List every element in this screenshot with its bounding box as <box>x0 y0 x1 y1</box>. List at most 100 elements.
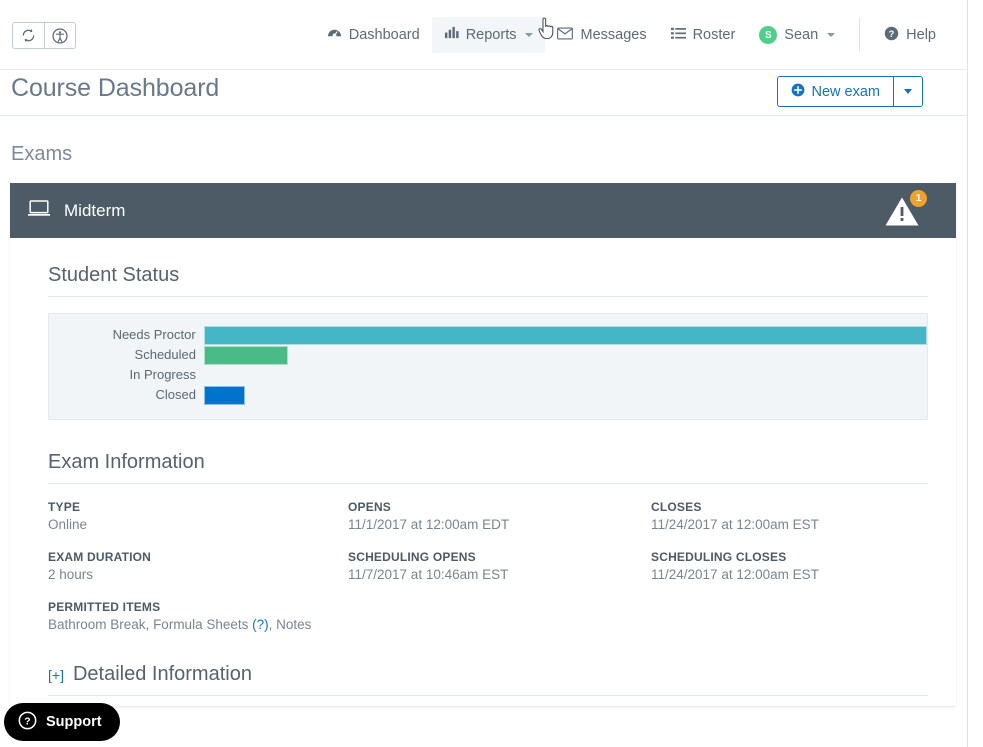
exam-card-header[interactable]: Midterm 1 <box>10 183 956 238</box>
student-status-chart: Needs Proctor Scheduled In Progress Clos… <box>48 313 928 420</box>
chart-bar-needs-proctor[interactable] <box>203 325 927 345</box>
nav-item-reports-label: Reports <box>465 27 517 43</box>
page-title: Course Dashboard <box>11 74 220 102</box>
info-field-type: TYPE Online <box>48 500 348 532</box>
info-field-scheduling-closes: SCHEDULING CLOSES 11/24/2017 at 12:00am … <box>651 550 928 582</box>
nav-item-reports[interactable]: Reports <box>431 17 546 53</box>
svg-text:?: ? <box>24 716 30 727</box>
nav-item-help[interactable]: ? Help <box>872 17 948 53</box>
info-key: OPENS <box>348 500 392 514</box>
exam-information-title: Exam Information <box>48 451 205 473</box>
exams-section-label: Exams <box>11 143 73 165</box>
toolbar-button-group <box>12 22 76 49</box>
new-exam-button[interactable]: New exam <box>776 76 893 107</box>
info-field-closes: CLOSES 11/24/2017 at 12:00am EST <box>651 500 928 532</box>
info-field-permitted-items: PERMITTED ITEMS Bathroom Break, Formula … <box>48 600 928 632</box>
chart-bar-closed[interactable] <box>204 385 245 405</box>
info-field-scheduling-opens: SCHEDULING OPENS 11/7/2017 at 10:46am ES… <box>348 550 651 582</box>
chart-category-label: Scheduled <box>134 347 196 362</box>
accessibility-button[interactable] <box>44 23 75 48</box>
nav-links: Dashboard Reports Messages Roster S Sean… <box>315 0 948 70</box>
top-navigation-bar: Dashboard Reports Messages Roster S Sean… <box>0 0 967 70</box>
refresh-icon <box>21 28 36 43</box>
formula-sheets-help-link[interactable]: (?) <box>252 617 269 632</box>
info-field-opens: OPENS 11/1/2017 at 12:00am EDT <box>348 500 651 532</box>
new-exam-split-button: New exam <box>776 76 923 107</box>
info-value: Online <box>48 517 88 532</box>
chevron-down-icon <box>525 33 534 37</box>
chevron-down-icon <box>904 89 912 94</box>
list-icon <box>670 27 686 44</box>
chart-row: Closed <box>49 385 927 405</box>
nav-item-roster-label: Roster <box>692 27 736 43</box>
section-divider <box>48 296 928 297</box>
info-value: 2 hours <box>48 567 94 582</box>
info-key: SCHEDULING CLOSES <box>651 550 787 564</box>
nav-item-dashboard-label: Dashboard <box>348 27 420 43</box>
warning-count-badge: 1 <box>910 190 927 207</box>
section-divider <box>48 695 928 696</box>
student-status-title: Student Status <box>48 264 180 286</box>
info-key: CLOSES <box>651 500 702 514</box>
refresh-button[interactable] <box>13 23 44 48</box>
avatar: S <box>759 26 778 44</box>
info-value: 11/7/2017 at 10:46am EST <box>348 567 509 582</box>
chart-category-label: Needs Proctor <box>112 327 196 342</box>
envelope-icon <box>557 26 574 44</box>
exam-card: Midterm 1 Student Status Needs Proctor S… <box>10 183 956 706</box>
exam-info-grid: TYPE Online OPENS 11/1/2017 at 12:00am E… <box>48 500 928 632</box>
svg-text:?: ? <box>889 28 895 38</box>
warning-triangle-icon <box>884 197 920 231</box>
nav-item-messages[interactable]: Messages <box>545 17 658 53</box>
page-scrollbar[interactable] <box>969 0 983 747</box>
chart-bar-scheduled[interactable] <box>204 345 288 365</box>
nav-item-dashboard[interactable]: Dashboard <box>315 17 432 53</box>
permitted-item-3: , Notes <box>268 617 312 632</box>
chevron-down-icon <box>827 33 836 37</box>
nav-item-messages-label: Messages <box>580 27 647 43</box>
info-value: 11/24/2017 at 12:00am EST <box>651 517 819 532</box>
exam-warning-indicator[interactable]: 1 <box>884 190 927 231</box>
permitted-item-2: Formula Sheets <box>153 617 249 632</box>
permitted-item-1: Bathroom Break, <box>48 617 150 632</box>
nav-divider <box>859 18 861 52</box>
detailed-information-title: Detailed Information <box>72 663 252 685</box>
exam-name: Midterm <box>64 200 126 220</box>
info-key: EXAM DURATION <box>48 550 152 564</box>
support-label: Support <box>46 714 102 730</box>
chart-row: Needs Proctor <box>49 325 927 345</box>
chart-row: Scheduled <box>49 345 927 365</box>
chart-category-label: Closed <box>155 387 196 402</box>
info-key: SCHEDULING OPENS <box>348 550 476 564</box>
chart-category-label: In Progress <box>129 367 196 382</box>
new-exam-label: New exam <box>811 83 881 100</box>
info-value: Bathroom Break, Formula Sheets (?), Note… <box>48 617 928 632</box>
plus-circle-icon <box>791 83 805 101</box>
nav-item-user-menu[interactable]: S Sean <box>747 17 847 53</box>
question-circle-icon: ? <box>18 711 37 734</box>
section-divider <box>48 483 928 484</box>
info-key: PERMITTED ITEMS <box>48 600 161 614</box>
info-value: 11/1/2017 at 12:00am EDT <box>348 517 510 532</box>
user-name-label: Sean <box>784 27 819 43</box>
page-header: Course Dashboard New exam <box>0 70 967 116</box>
new-exam-dropdown-toggle[interactable] <box>893 76 923 107</box>
info-value: 11/24/2017 at 12:00am EST <box>651 567 819 582</box>
bar-chart-icon <box>444 26 459 44</box>
info-field-exam-duration: EXAM DURATION 2 hours <box>48 550 348 582</box>
nav-item-roster[interactable]: Roster <box>659 17 748 53</box>
browser-viewport: Dashboard Reports Messages Roster S Sean… <box>0 0 983 747</box>
expand-plus-icon[interactable]: [+] <box>48 667 64 683</box>
info-key: TYPE <box>48 500 81 514</box>
chart-rows: Needs Proctor Scheduled In Progress Clos… <box>49 325 927 405</box>
exam-card-body: Student Status Needs Proctor Scheduled I… <box>10 238 956 706</box>
support-widget-button[interactable]: ? Support <box>4 703 120 741</box>
help-circle-icon: ? <box>884 26 899 45</box>
page-root: Dashboard Reports Messages Roster S Sean… <box>0 0 968 747</box>
laptop-icon <box>28 199 50 222</box>
dashboard-icon <box>327 26 342 44</box>
chart-row: In Progress <box>49 365 927 385</box>
detailed-information-toggle[interactable]: [+] Detailed Information <box>48 663 928 686</box>
nav-item-help-label: Help <box>906 27 936 43</box>
accessibility-icon <box>52 27 68 44</box>
